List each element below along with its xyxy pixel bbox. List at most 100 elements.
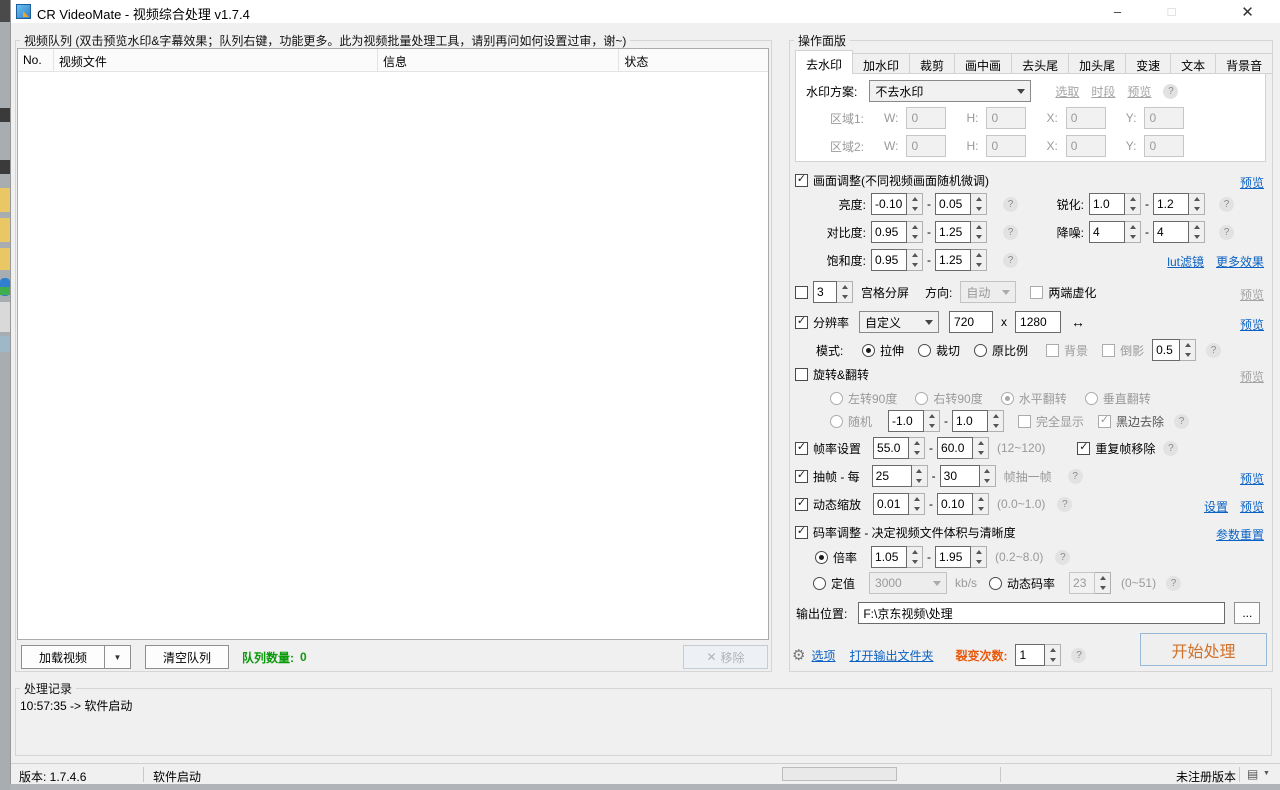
contrast-min-value[interactable]: 0.95 <box>871 221 907 243</box>
grid-split-checkbox[interactable] <box>795 285 808 299</box>
close-button[interactable]: ✕ <box>1225 0 1270 23</box>
resolution-height-input[interactable]: 1280 <box>1015 311 1062 333</box>
gear-icon[interactable]: ⚙ <box>792 646 805 664</box>
spin-down-button[interactable] <box>1180 350 1195 360</box>
help-icon[interactable]: ? <box>1057 496 1073 512</box>
original-ratio-radio[interactable] <box>974 343 988 357</box>
spin-down-button[interactable] <box>1045 655 1060 665</box>
denoise-min-spinner[interactable]: 4 <box>1089 221 1141 243</box>
sharpen-min-value[interactable]: 1.0 <box>1089 193 1125 215</box>
spin-down-button[interactable] <box>907 260 922 270</box>
watermark-scheme-select[interactable]: 不去水印 <box>869 80 1032 102</box>
split-count-spinner[interactable]: 1 <box>1015 644 1062 666</box>
extract-max-value[interactable]: 30 <box>939 465 980 487</box>
crf-spinner[interactable]: 23 <box>1069 572 1112 594</box>
remove-button[interactable]: ✕ 移除 <box>683 645 768 669</box>
spin-down-button[interactable] <box>980 476 995 486</box>
spin-up-button[interactable] <box>1125 222 1140 232</box>
spin-up-button[interactable] <box>971 547 986 557</box>
spin-down-button[interactable] <box>837 292 852 302</box>
multiplier-radio[interactable] <box>815 550 828 564</box>
contrast-max-value[interactable]: 1.25 <box>935 221 971 243</box>
tab-speed[interactable]: 变速 <box>1126 53 1172 74</box>
reflection-checkbox[interactable] <box>1102 343 1116 357</box>
tab-picture-in-picture[interactable]: 画中画 <box>955 53 1013 74</box>
saturation-max-value[interactable]: 1.25 <box>935 249 971 271</box>
time-period-link[interactable]: 时段 <box>1091 83 1115 100</box>
crop-radio[interactable] <box>918 343 932 357</box>
open-output-folder-link[interactable]: 打开输出文件夹 <box>849 647 933 664</box>
output-path-input[interactable]: F:\京东视频\处理 <box>858 602 1226 624</box>
framerate-checkbox[interactable]: ✓ <box>795 441 808 455</box>
queue-table-body[interactable] <box>18 72 768 639</box>
spin-up-button[interactable] <box>1125 194 1140 204</box>
reset-params-link[interactable]: 参数重置 <box>1216 523 1264 545</box>
minimize-button[interactable]: – <box>1095 0 1140 23</box>
adjust-preview-link[interactable]: 预览 <box>1240 171 1264 193</box>
resolution-mode-select[interactable]: 自定义 <box>859 311 940 333</box>
fixed-bitrate-select[interactable]: 3000 <box>869 572 948 594</box>
fixed-bitrate-radio[interactable] <box>813 576 826 590</box>
dedup-frames-checkbox[interactable]: ✓ <box>1077 441 1091 455</box>
spin-down-button[interactable] <box>907 204 922 214</box>
spin-up-button[interactable] <box>971 250 986 260</box>
extract-min-value[interactable]: 25 <box>871 465 912 487</box>
zoom-preview-link[interactable]: 预览 <box>1240 498 1264 515</box>
spin-up-button[interactable] <box>907 250 922 260</box>
resolution-checkbox[interactable]: ✓ <box>795 315 808 329</box>
spin-down-button[interactable] <box>1125 232 1140 242</box>
region1-x-input[interactable]: 0 <box>1065 107 1106 129</box>
column-header-file[interactable]: 视频文件 <box>54 49 379 71</box>
region2-y-input[interactable]: 0 <box>1144 135 1185 157</box>
clear-queue-button[interactable]: 清空队列 <box>145 645 229 669</box>
help-icon[interactable]: ? <box>1166 575 1182 591</box>
region1-w-input[interactable]: 0 <box>906 107 947 129</box>
tab-remove-watermark[interactable]: 去水印 <box>795 50 854 74</box>
contrast-max-spinner[interactable]: 1.25 <box>935 221 987 243</box>
lut-filter-link[interactable]: lut滤镜 <box>1167 253 1204 270</box>
tab-add-watermark[interactable]: 加水印 <box>853 53 911 74</box>
spin-down-button[interactable] <box>971 260 986 270</box>
help-icon[interactable]: ? <box>1163 83 1179 99</box>
load-video-button[interactable]: 加载视频 <box>21 645 105 669</box>
spin-down-button[interactable] <box>988 421 1003 431</box>
tab-crop[interactable]: 裁剪 <box>910 53 956 74</box>
zoom-max-spinner[interactable]: 0.10 <box>937 493 990 515</box>
dynamic-bitrate-radio[interactable] <box>989 576 1003 590</box>
help-icon[interactable]: ? <box>1055 549 1071 565</box>
spin-up-button[interactable] <box>1045 645 1060 655</box>
help-icon[interactable]: ? <box>1003 196 1018 212</box>
brightness-max-value[interactable]: 0.05 <box>935 193 971 215</box>
spin-down-button[interactable] <box>971 204 986 214</box>
spin-down-button[interactable] <box>1095 583 1110 593</box>
random-max-value[interactable]: 1.0 <box>952 410 989 432</box>
spin-up-button[interactable] <box>1189 222 1204 232</box>
spin-up-button[interactable] <box>912 466 927 476</box>
denoise-max-spinner[interactable]: 4 <box>1153 221 1205 243</box>
saturation-max-spinner[interactable]: 1.25 <box>935 249 987 271</box>
spin-down-button[interactable] <box>1189 204 1204 214</box>
help-icon[interactable]: ? <box>1163 440 1179 456</box>
spin-up-button[interactable] <box>909 494 924 504</box>
vertical-flip-radio[interactable] <box>1084 391 1098 405</box>
full-display-checkbox[interactable] <box>1018 414 1032 428</box>
grid-preview-link[interactable]: 预览 <box>1240 283 1264 305</box>
region2-x-input[interactable]: 0 <box>1065 135 1106 157</box>
fade-ends-checkbox[interactable] <box>1030 285 1044 299</box>
direction-select[interactable]: 自动 <box>960 281 1017 303</box>
watermark-preview-link[interactable]: 预览 <box>1127 83 1151 100</box>
queue-table[interactable]: No. 视频文件 信息 状态 <box>17 48 769 640</box>
help-icon[interactable]: ? <box>1219 224 1234 240</box>
framerate-max-value[interactable]: 60.0 <box>937 437 974 459</box>
framerate-min-value[interactable]: 55.0 <box>873 437 910 459</box>
saturation-min-spinner[interactable]: 0.95 <box>871 249 923 271</box>
spin-down-button[interactable] <box>912 476 927 486</box>
framerate-min-spinner[interactable]: 55.0 <box>873 437 926 459</box>
options-link[interactable]: 选项 <box>811 647 835 664</box>
column-header-info[interactable]: 信息 <box>378 49 620 71</box>
remove-black-edge-checkbox[interactable]: ✓ <box>1098 414 1112 428</box>
column-header-no[interactable]: No. <box>18 49 54 71</box>
spin-up-button[interactable] <box>1180 340 1195 350</box>
stretch-radio[interactable] <box>862 343 875 357</box>
brightness-min-spinner[interactable]: -0.10 <box>871 193 923 215</box>
